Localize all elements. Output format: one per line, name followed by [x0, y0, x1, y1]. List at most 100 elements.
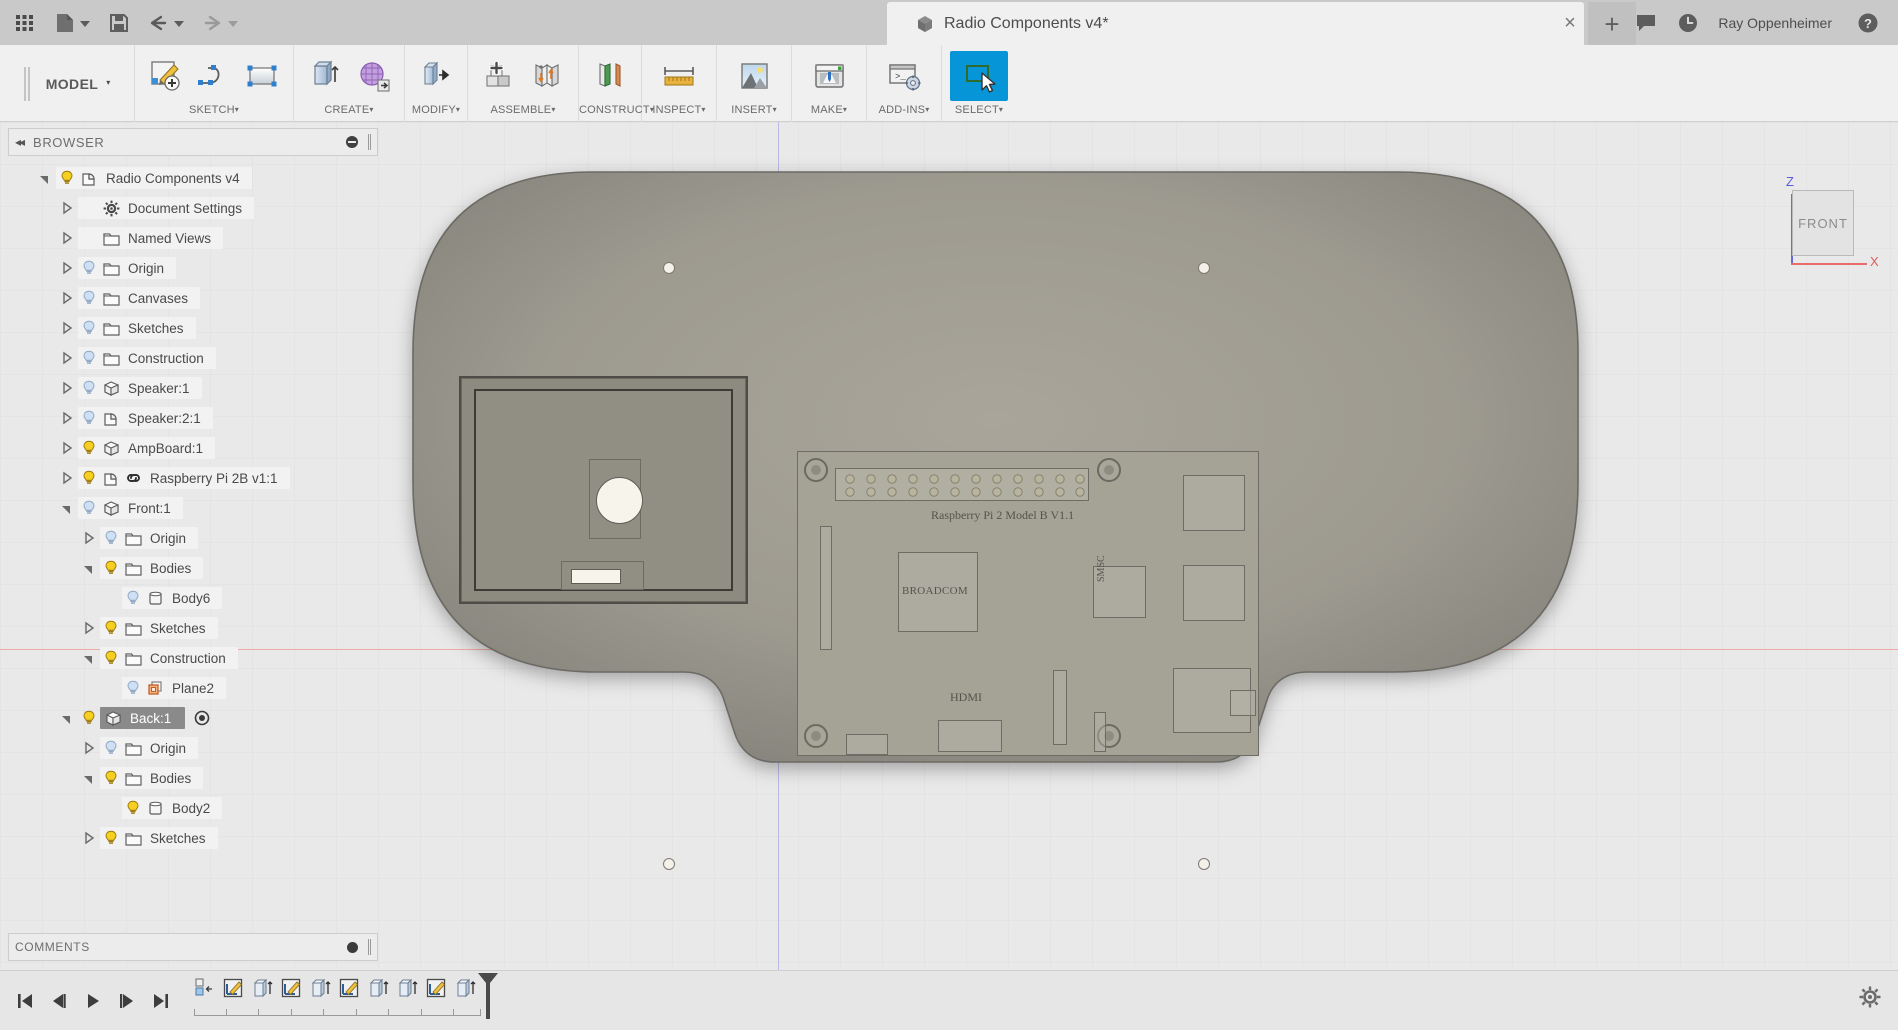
timeline-feature-extrude[interactable]: [248, 975, 277, 1015]
panel-caption-modify[interactable]: MODIFY▾: [405, 105, 467, 116]
chevron-collapsed-icon[interactable]: [56, 287, 78, 309]
tree-item-body[interactable]: Origin: [122, 737, 190, 759]
press-pull-button[interactable]: [413, 51, 459, 101]
rectangle-button[interactable]: [239, 51, 285, 101]
insert-canvas-button[interactable]: [725, 51, 783, 101]
panel-caption-construct[interactable]: CONSTRUCT▾: [579, 105, 654, 116]
gear-icon[interactable]: [1858, 985, 1882, 1012]
save-button[interactable]: [100, 4, 138, 42]
visibility-bulb-icon[interactable]: [78, 287, 100, 309]
step-back-button[interactable]: [42, 981, 76, 1021]
tree-item-plane2[interactable]: Plane2: [8, 673, 378, 703]
tree-item-content[interactable]: Raspberry Pi 2B v1:1: [78, 467, 290, 489]
chevron-collapsed-icon[interactable]: [56, 257, 78, 279]
chevron-expanded-icon[interactable]: [56, 497, 78, 519]
comments-panel[interactable]: COMMENTS: [8, 933, 378, 961]
tree-item-radio-components-v4[interactable]: Radio Components v4: [8, 163, 378, 193]
comment-icon[interactable]: [1626, 3, 1666, 43]
tree-item-sketches[interactable]: Sketches: [8, 313, 378, 343]
panel-caption-inspect[interactable]: INSPECT▾: [642, 105, 716, 116]
chevron-collapsed-icon[interactable]: [56, 317, 78, 339]
chevron-collapsed-icon[interactable]: [56, 407, 78, 429]
tree-item-content[interactable]: Bodies: [100, 767, 204, 789]
tree-item-origin[interactable]: Origin: [8, 523, 378, 553]
chevron-collapsed-icon[interactable]: [56, 377, 78, 399]
scripts-addins-button[interactable]: >_: [875, 51, 933, 101]
3d-print-button[interactable]: [800, 51, 858, 101]
tree-item-body[interactable]: Raspberry Pi 2B v1:1: [100, 467, 282, 489]
tree-item-body2[interactable]: Body2: [8, 793, 378, 823]
visibility-bulb-icon[interactable]: [78, 707, 100, 729]
extrude-button[interactable]: [302, 51, 348, 101]
tree-item-body[interactable]: Bodies: [122, 767, 195, 789]
tree-item-content[interactable]: Speaker:1: [78, 377, 202, 399]
chevron-expanded-icon[interactable]: [56, 707, 78, 729]
workspace-selector[interactable]: MODEL ▾: [0, 45, 135, 122]
new-document-button[interactable]: [46, 4, 98, 42]
visibility-bulb-icon[interactable]: [100, 617, 122, 639]
new-component-button[interactable]: [476, 51, 522, 101]
username-label[interactable]: Ray Oppenheimer: [1710, 15, 1846, 31]
tree-item-content[interactable]: Sketches: [78, 317, 196, 339]
tree-item-bodies[interactable]: Bodies: [8, 763, 378, 793]
tree-item-named-views[interactable]: Named Views: [8, 223, 378, 253]
help-icon[interactable]: ?: [1848, 3, 1888, 43]
tree-item-content[interactable]: Origin: [78, 257, 177, 279]
tree-item-body[interactable]: Sketches: [122, 617, 210, 639]
chevron-expanded-icon[interactable]: [34, 167, 56, 189]
tree-item-body[interactable]: Canvases: [100, 287, 192, 309]
raspberry-pi-board[interactable]: Raspberry Pi 2 Model B V1.1 BROADCOM SMS…: [797, 451, 1259, 756]
tree-item-body[interactable]: Radio Components v4: [78, 167, 244, 189]
visibility-bulb-icon[interactable]: [100, 647, 122, 669]
tree-item-content[interactable]: Sketches: [100, 617, 218, 639]
panel-caption-sketch[interactable]: SKETCH▾: [135, 105, 293, 116]
visibility-bulb-icon[interactable]: [100, 827, 122, 849]
tree-item-body[interactable]: Body2: [144, 797, 214, 819]
tree-item-body[interactable]: Construction: [122, 647, 230, 669]
close-tab-button[interactable]: ×: [1557, 10, 1583, 36]
view-cube-front-face[interactable]: FRONT: [1792, 190, 1854, 256]
chevron-collapsed-icon[interactable]: [78, 737, 100, 759]
visibility-bulb-icon[interactable]: [78, 437, 100, 459]
tree-item-raspberry-pi-2b-v1-1[interactable]: Raspberry Pi 2B v1:1: [8, 463, 378, 493]
visibility-bulb-icon[interactable]: [122, 677, 144, 699]
history-clock-icon[interactable]: [1668, 3, 1708, 43]
tree-item-body[interactable]: Speaker:2:1: [100, 407, 205, 429]
chevron-collapsed-icon[interactable]: [56, 467, 78, 489]
tree-item-body[interactable]: Speaker:1: [100, 377, 194, 399]
speaker-component[interactable]: [459, 376, 748, 604]
select-tool-button[interactable]: [950, 50, 1008, 101]
visibility-bulb-icon[interactable]: [78, 467, 100, 489]
tree-item-construction[interactable]: Construction: [8, 643, 378, 673]
tree-item-speaker-1[interactable]: Speaker:1: [8, 373, 378, 403]
undo-button[interactable]: [140, 4, 192, 42]
visibility-bulb-icon[interactable]: [78, 317, 100, 339]
tree-item-content[interactable]: Origin: [100, 527, 199, 549]
tree-item-content[interactable]: Construction: [100, 647, 238, 669]
tree-item-content[interactable]: Document Settings: [78, 197, 255, 219]
go-to-beginning-button[interactable]: [8, 981, 42, 1021]
panel-caption-assemble[interactable]: ASSEMBLE▾: [468, 105, 578, 116]
tree-item-body[interactable]: Sketches: [122, 827, 210, 849]
tree-item-body[interactable]: Plane2: [144, 677, 218, 699]
tree-item-canvases[interactable]: Canvases: [8, 283, 378, 313]
tree-item-content[interactable]: Radio Components v4: [56, 167, 252, 189]
create-form-button[interactable]: [350, 51, 396, 101]
chevron-expanded-icon[interactable]: [78, 647, 100, 669]
document-tab[interactable]: Radio Components v4*: [887, 2, 1584, 45]
visibility-bulb-icon[interactable]: [56, 167, 78, 189]
tree-item-body6[interactable]: Body6: [8, 583, 378, 613]
tree-item-front-1[interactable]: Front:1: [8, 493, 378, 523]
tree-item-content[interactable]: Construction: [78, 347, 216, 369]
chevron-expanded-icon[interactable]: [78, 767, 100, 789]
joint-button[interactable]: [524, 51, 570, 101]
tree-item-body[interactable]: Origin: [100, 257, 168, 279]
tree-item-body[interactable]: Front:1: [100, 497, 175, 519]
tree-item-content[interactable]: Front:1: [78, 497, 183, 519]
visibility-bulb-icon[interactable]: [100, 737, 122, 759]
measure-button[interactable]: [650, 51, 708, 101]
visibility-bulb-icon[interactable]: [122, 797, 144, 819]
tree-item-origin[interactable]: Origin: [8, 253, 378, 283]
panel-caption-select[interactable]: SELECT▾: [942, 105, 1016, 116]
chevron-collapsed-icon[interactable]: [78, 617, 100, 639]
